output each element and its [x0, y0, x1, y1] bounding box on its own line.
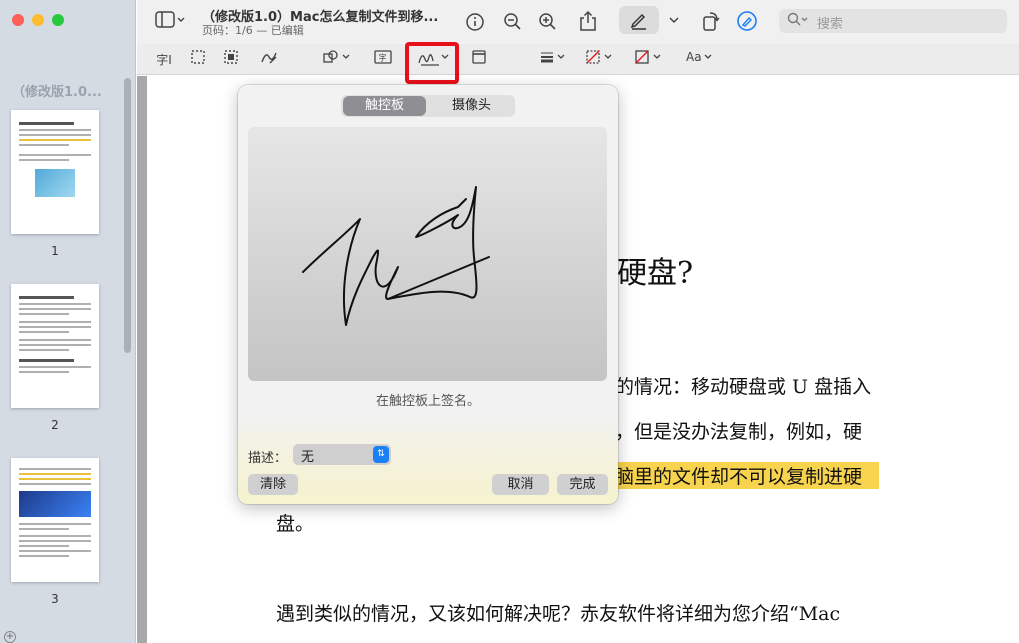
document-text-line: 遇到类似的情况，又该如何解决呢？赤友软件将详细为您介绍“Mac — [276, 603, 841, 625]
add-icon[interactable]: + — [4, 631, 16, 643]
shapes-icon[interactable] — [322, 49, 354, 70]
minimize-window-button[interactable] — [32, 14, 44, 26]
signature-hint: 在触控板上签名。 — [375, 394, 480, 409]
page-number: 2 — [51, 418, 59, 432]
description-value: 无 — [301, 450, 315, 465]
share-icon[interactable] — [578, 10, 598, 37]
fill-color-icon[interactable] — [634, 49, 664, 70]
sidebar-scrollbar[interactable] — [124, 78, 131, 353]
sidebar-doc-title: （修改版1.0... — [12, 85, 102, 100]
search-placeholder: 搜索 — [817, 17, 844, 32]
document-text-line: 的情况：移动硬盘或 U 盘插入 — [615, 376, 872, 398]
cancel-button[interactable]: 取消 — [492, 474, 549, 495]
clear-button[interactable]: 清除 — [248, 474, 298, 495]
text-selection-icon[interactable]: 字I — [155, 50, 173, 70]
text-style-icon[interactable]: Aa — [685, 49, 715, 71]
signature-popover: 触控板 摄像头 在触控板上签名。 描述： 无 ⇅ 清除 取消 完成 — [238, 85, 618, 504]
sidebar: （修改版1.0... 1 2 3 + — [0, 0, 136, 643]
main-toolbar: （修改版1.0）Mac怎么复制文件到移... 页码：1/6 — 已编辑 搜索 — [137, 0, 1019, 44]
signature-stroke — [302, 186, 490, 326]
page-thumbnail-1[interactable] — [11, 110, 99, 234]
chevron-down-icon[interactable] — [667, 12, 681, 32]
zoom-in-icon[interactable] — [538, 12, 558, 37]
search-icon — [787, 12, 809, 32]
smart-lasso-icon[interactable] — [222, 49, 240, 70]
svg-text:字: 字 — [379, 53, 387, 63]
page-gutter — [137, 76, 147, 643]
fullscreen-window-button[interactable] — [52, 14, 64, 26]
text-box-icon[interactable]: 字 — [373, 49, 393, 73]
page-number: 1 — [51, 244, 59, 258]
markup-pen-icon — [629, 10, 649, 35]
window-controls — [12, 14, 64, 26]
tab-trackpad[interactable]: 触控板 — [343, 96, 426, 116]
line-style-icon[interactable] — [539, 49, 567, 70]
signature-source-segmented: 触控板 摄像头 — [341, 95, 515, 117]
document-text-line: ，但是没办法复制，例如，硬 — [615, 421, 863, 443]
svg-text:Aa: Aa — [686, 50, 702, 64]
markup-toolbar: 字I 字 Aa — [137, 44, 1019, 75]
sketch-icon[interactable] — [260, 49, 278, 70]
signature-pad[interactable] — [248, 127, 607, 381]
rotate-icon[interactable] — [701, 10, 721, 37]
sign-tool-callout — [405, 42, 459, 84]
document-heading: 硬盘? — [617, 256, 694, 291]
zoom-out-icon[interactable] — [503, 12, 523, 37]
sidebar-toggle-icon[interactable] — [155, 11, 185, 34]
page-number: 3 — [51, 592, 59, 606]
page-thumbnail-2[interactable] — [11, 284, 99, 408]
tab-camera[interactable]: 摄像头 — [428, 95, 515, 117]
border-color-icon[interactable] — [585, 49, 615, 70]
info-icon[interactable] — [465, 12, 485, 37]
document-subtitle: 页码：1/6 — 已编辑 — [202, 24, 304, 37]
page-thumbnail-3[interactable] — [11, 458, 99, 582]
done-button[interactable]: 完成 — [557, 474, 608, 495]
highlighted-text-line: 脑里的文件却不可以复制进硬 — [615, 462, 879, 489]
note-icon[interactable] — [470, 49, 488, 70]
annotate-icon[interactable] — [736, 10, 758, 37]
close-window-button[interactable] — [12, 14, 24, 26]
search-field[interactable]: 搜索 — [779, 9, 1007, 33]
chevron-up-down-icon: ⇅ — [373, 446, 389, 463]
description-label: 描述： — [248, 451, 288, 466]
document-text-line: 盘。 — [276, 513, 315, 535]
description-select[interactable]: 无 ⇅ — [293, 444, 391, 465]
rect-select-icon[interactable] — [189, 49, 207, 70]
